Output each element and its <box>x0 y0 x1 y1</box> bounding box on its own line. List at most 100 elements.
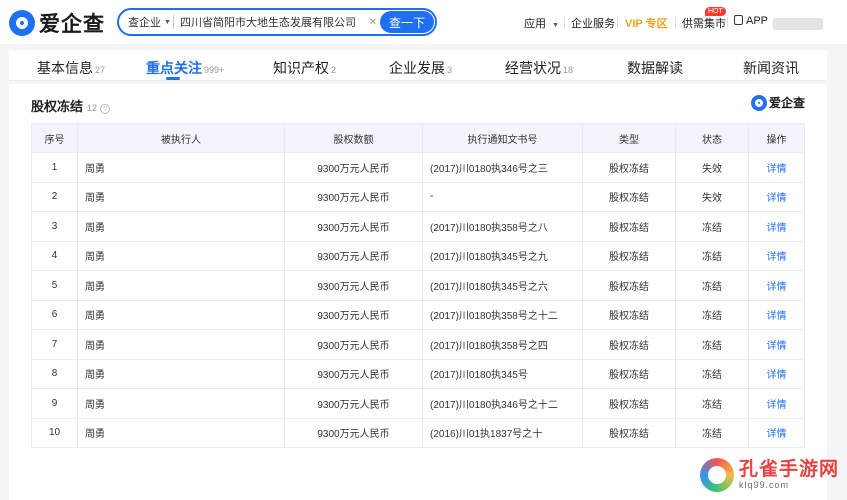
notice-number: (2017)川0180执345号之六 <box>422 270 583 301</box>
logo-icon <box>9 10 35 36</box>
watermark-title: 孔雀手游网 <box>739 459 840 480</box>
tab-count: 27 <box>95 65 106 75</box>
column-header: 状态 <box>675 123 749 153</box>
table-row: 9 周勇 9300万元人民币 (2017)川0180执346号之十二 股权冻结 冻结 详情 <box>31 388 805 419</box>
details-link[interactable]: 详情 <box>748 240 805 271</box>
notice-number: (2017)川0180执358号之八 <box>422 211 583 242</box>
column-header: 执行通知文书号 <box>422 123 583 153</box>
table-row: 3 周勇 9300万元人民币 (2017)川0180执358号之八 股权冻结 冻结 详情 <box>31 211 805 242</box>
phone-icon <box>734 15 743 25</box>
column-header: 被执行人 <box>77 123 285 153</box>
logo-icon <box>750 94 767 111</box>
tab-count: 18 <box>563 65 574 75</box>
equity-amount: 9300万元人民币 <box>284 211 423 242</box>
top-bar: 爱企查 查企业 ▼ ✕ 查一下 应用 ▼ 企业服务 VIP 专区 供需集市 HO… <box>0 0 847 44</box>
freeze-status: 冻结 <box>675 329 749 360</box>
executed-person: 周勇 <box>77 211 285 242</box>
notice-number: (2017)川0180执345号 <box>422 358 583 389</box>
nav-vip-zone[interactable]: VIP 专区 <box>625 15 668 31</box>
section-brand: 爱企查 <box>750 94 805 111</box>
nav-apps[interactable]: 应用 ▼ <box>524 15 559 31</box>
details-link[interactable]: 详情 <box>748 417 805 448</box>
column-header: 序号 <box>31 123 78 153</box>
freeze-type: 股权冻结 <box>582 270 676 301</box>
freeze-type: 股权冻结 <box>582 388 676 419</box>
notice-number: (2017)川0180执346号之十二 <box>422 388 583 419</box>
freeze-status: 冻结 <box>675 211 749 242</box>
table-row: 7 周勇 9300万元人民币 (2017)川0180执358号之四 股权冻结 冻结 详情 <box>31 329 805 360</box>
equity-amount: 9300万元人民币 <box>284 417 423 448</box>
executed-person: 周勇 <box>77 417 285 448</box>
equity-amount: 9300万元人民币 <box>284 358 423 389</box>
tab-key-focus[interactable]: 重点关注 999+ <box>146 58 224 78</box>
equity-amount: 9300万元人民币 <box>284 299 423 330</box>
tab-label: 数据解读 <box>627 60 683 76</box>
nav-divider <box>564 17 565 28</box>
freeze-status: 冻结 <box>675 417 749 448</box>
section-title: 股权冻结 12? <box>31 96 111 115</box>
tab-label: 重点关注 <box>146 60 202 76</box>
freeze-status: 冻结 <box>675 299 749 330</box>
row-index: 8 <box>31 358 78 389</box>
nav-supply-market[interactable]: 供需集市 <box>682 15 726 31</box>
tab-basic-info[interactable]: 基本信息 27 <box>37 58 105 78</box>
tab-label: 经营状况 <box>505 60 561 76</box>
executed-person: 周勇 <box>77 358 285 389</box>
tab-count: 2 <box>331 65 337 75</box>
tab-news[interactable]: 新闻资讯 <box>743 58 799 78</box>
search-button[interactable]: 查一下 <box>380 11 434 33</box>
details-link[interactable]: 详情 <box>748 358 805 389</box>
details-link[interactable]: 详情 <box>748 152 805 183</box>
equity-freeze-panel: 股权冻结 12? 爱企查 序号 被执行人 股权数额 执行通知文书号 类型 状态 操… <box>9 84 827 500</box>
details-link[interactable]: 详情 <box>748 270 805 301</box>
nav-app[interactable]: APP <box>734 15 768 27</box>
user-avatar[interactable] <box>773 18 823 30</box>
tab-label: 新闻资讯 <box>743 60 799 76</box>
details-link[interactable]: 详情 <box>748 181 805 212</box>
nav-enterprise-services[interactable]: 企业服务 <box>571 15 615 31</box>
equity-amount: 9300万元人民币 <box>284 329 423 360</box>
search-scope-label: 查企业 <box>128 17 161 29</box>
details-link[interactable]: 详情 <box>748 299 805 330</box>
logo-text: 爱企查 <box>39 13 105 36</box>
tab-data-interpretation[interactable]: 数据解读 <box>627 58 683 78</box>
table-body: 1 周勇 9300万元人民币 (2017)川0180执346号之三 股权冻结 失效 详情 2 周… <box>31 152 805 448</box>
freeze-status: 冻结 <box>675 240 749 271</box>
notice-number: (2017)川0180执346号之三 <box>422 152 583 183</box>
table-row: 2 周勇 9300万元人民币 - 股权冻结 失效 详情 <box>31 181 805 212</box>
freeze-type: 股权冻结 <box>582 299 676 330</box>
section-count: 12 <box>87 103 98 113</box>
tab-count: 999+ <box>204 65 225 75</box>
details-link[interactable]: 详情 <box>748 211 805 242</box>
watermark-text: 孔雀手游网 klq99.com <box>739 459 840 491</box>
help-icon[interactable]: ? <box>100 104 111 114</box>
column-header: 类型 <box>582 123 676 153</box>
row-index: 6 <box>31 299 78 330</box>
site-logo[interactable]: 爱企查 <box>9 8 105 38</box>
executed-person: 周勇 <box>77 240 285 271</box>
tab-count: 3 <box>447 65 453 75</box>
row-index: 2 <box>31 181 78 212</box>
tab-business-status[interactable]: 经营状况 18 <box>505 58 573 78</box>
active-tab-indicator <box>166 77 180 80</box>
clear-icon[interactable]: ✕ <box>366 17 380 28</box>
tab-intellectual-property[interactable]: 知识产权 2 <box>273 58 336 78</box>
brand-text: 爱企查 <box>768 96 805 110</box>
notice-number: (2017)川0180执358号之四 <box>422 329 583 360</box>
executed-person: 周勇 <box>77 299 285 330</box>
watermark-logo-icon <box>700 458 734 492</box>
column-header: 操作 <box>748 123 805 153</box>
search-input[interactable] <box>180 16 366 28</box>
executed-person: 周勇 <box>77 270 285 301</box>
column-header: 股权数额 <box>284 123 423 153</box>
tab-enterprise-development[interactable]: 企业发展 3 <box>389 58 452 78</box>
search-scope-dropdown[interactable]: 查企业 ▼ <box>119 14 171 30</box>
caret-down-icon: ▼ <box>164 18 171 26</box>
equity-amount: 9300万元人民币 <box>284 270 423 301</box>
nav-divider <box>675 17 676 28</box>
freeze-type: 股权冻结 <box>582 152 676 183</box>
row-index: 1 <box>31 152 78 183</box>
details-link[interactable]: 详情 <box>748 388 805 419</box>
equity-amount: 9300万元人民币 <box>284 240 423 271</box>
details-link[interactable]: 详情 <box>748 329 805 360</box>
